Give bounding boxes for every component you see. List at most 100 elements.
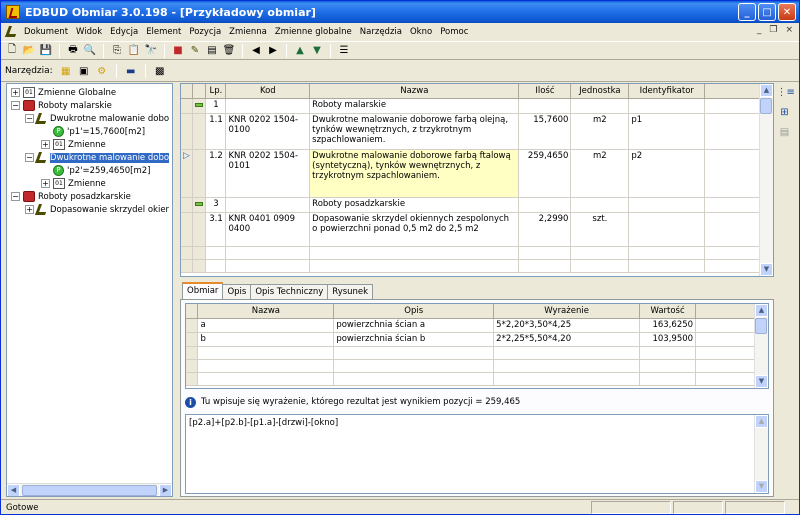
tree-panel[interactable]: + 01 Zmienne Globalne − Roboty malarskie… [6, 83, 173, 497]
tree-node-position-3-1[interactable]: + Dopasowanie skrzydel okier [25, 203, 169, 216]
tree-node-roboty-malarskie[interactable]: − Roboty malarskie [11, 99, 112, 112]
catalog-icon[interactable]: ▣ [77, 64, 91, 78]
col-header-ilosc[interactable]: Ilość [518, 84, 572, 99]
tree-node-position-1-1[interactable]: − Dwukrotne malowanie dobo [25, 112, 169, 125]
database-icon[interactable]: ▦ [59, 64, 73, 78]
col-header-nazwa[interactable]: Nazwa [309, 84, 520, 99]
table-row[interactable]: 3 Roboty posadzkarskie [181, 197, 761, 213]
col-header-var-opis[interactable]: Opis [333, 304, 495, 319]
col-header-jednostka[interactable]: Jednostka [570, 84, 630, 99]
col-header-var-wyrazenie[interactable]: Wyrażenie [493, 304, 641, 319]
col-header-identyfikator[interactable]: Identyfikator [628, 84, 706, 99]
tab-rysunek[interactable]: Rysunek [327, 284, 374, 299]
prev-arrow-icon[interactable]: ◀ [249, 44, 263, 58]
menu-zmienna[interactable]: Zmienna [225, 27, 271, 37]
tree-node-position-1-2[interactable]: − Dwukrotne malowanie dobo [25, 151, 170, 164]
expand-icon[interactable]: + [11, 88, 20, 97]
add-position-icon[interactable]: ✎ [188, 44, 202, 58]
expand-icon[interactable]: + [41, 179, 50, 188]
grid-view-icon[interactable]: ⊞ [777, 107, 793, 121]
tab-obmiar[interactable]: Obmiar [182, 282, 224, 299]
print-icon[interactable]: 🖶 [66, 44, 80, 58]
table-row[interactable]: a powierzchnia ścian a 5*2,20*3,50*4,25 … [186, 318, 756, 333]
tree-node-result-p2[interactable]: P 'p2'=259,4650[m2] [53, 164, 150, 177]
scroll-up-button[interactable]: ▲ [755, 415, 768, 428]
scroll-down-button[interactable]: ▼ [755, 375, 768, 388]
document-menu-icon[interactable] [4, 26, 20, 37]
menu-pozycja[interactable]: Pozycja [185, 27, 225, 37]
col-header-lp[interactable]: Lp. [205, 84, 227, 99]
scroll-thumb[interactable] [755, 318, 767, 334]
tree-node-variables-1[interactable]: + 01 Zmienne [41, 138, 106, 151]
tab-opis[interactable]: Opis [222, 284, 252, 299]
scroll-up-button[interactable]: ▲ [760, 84, 773, 97]
positions-vertical-scrollbar[interactable]: ▲ ▼ [759, 84, 773, 276]
expression-editor[interactable]: [p2.a]+[p2.b]-[p1.a]-[drzwi]-[okno] ▲ ▼ [185, 414, 769, 494]
menu-pomoc[interactable]: Pomoc [436, 27, 472, 37]
mdi-minimize-button[interactable]: _ [757, 25, 762, 35]
tree-horizontal-scrollbar[interactable]: ◀ ▶ [7, 483, 172, 496]
print-preview-icon[interactable]: 🔍 [83, 44, 97, 58]
table-row[interactable]: b powierzchnia ścian b 2*2,25*5,50*4,20 … [186, 332, 756, 347]
collapse-icon[interactable]: − [11, 101, 20, 110]
menu-zmienne-globalne[interactable]: Zmienne globalne [271, 27, 356, 37]
scroll-right-button[interactable]: ▶ [159, 483, 172, 496]
open-folder-icon[interactable]: 📂 [22, 44, 36, 58]
delete-icon[interactable]: 🗑 [222, 44, 236, 58]
collapse-icon[interactable]: − [25, 153, 34, 162]
table-row[interactable]: 3.1 KNR 0401 0909 0400 Dopasowanie skrzy… [181, 212, 761, 247]
copy-icon[interactable]: ⎘ [110, 44, 124, 58]
table-row[interactable]: 1 Roboty malarskie [181, 98, 761, 114]
tree-node-variables-2[interactable]: + 01 Zmienne [41, 177, 106, 190]
app-icon[interactable] [6, 5, 20, 19]
positions-grid[interactable]: Lp. Kod Nazwa Ilość Jednostka Identyfika… [180, 83, 774, 277]
scroll-thumb[interactable] [22, 484, 157, 496]
maximize-button[interactable]: □ [758, 3, 776, 21]
menu-okno[interactable]: Okno [406, 27, 436, 37]
minimize-button[interactable]: _ [738, 3, 756, 21]
menu-element[interactable]: Element [142, 27, 185, 37]
tools-gear-icon[interactable]: ⚙ [95, 64, 109, 78]
close-button[interactable]: ✕ [778, 3, 796, 21]
menu-widok[interactable]: Widok [72, 27, 106, 37]
add-element-icon[interactable]: ■ [171, 44, 185, 58]
expression-vertical-scrollbar[interactable]: ▲ ▼ [754, 415, 768, 493]
title-bar[interactable]: EDBUD Obmiar 3.0.198 - [Przykładowy obmi… [1, 1, 799, 23]
col-header-var-wartosc[interactable]: Wartość [639, 304, 697, 319]
scroll-down-button[interactable]: ▼ [755, 480, 768, 493]
col-header-var-nazwa[interactable]: Nazwa [197, 304, 335, 319]
add-variable-icon[interactable]: ▤ [205, 44, 219, 58]
scroll-up-button[interactable]: ▲ [755, 304, 768, 317]
tree-view-icon[interactable]: ⋮≡ [777, 87, 795, 101]
tree-node-result-p1[interactable]: P 'p1'=15,7600[m2] [53, 125, 145, 138]
scroll-down-button[interactable]: ▼ [760, 263, 773, 276]
tree-node-global-vars[interactable]: + 01 Zmienne Globalne [11, 86, 116, 99]
menu-dokument[interactable]: Dokument [20, 27, 72, 37]
expand-icon[interactable]: + [41, 140, 50, 149]
calculator-icon[interactable]: ▬ [124, 64, 138, 78]
expand-icon[interactable]: + [25, 205, 34, 214]
collapse-icon[interactable]: − [11, 192, 20, 201]
menu-edycja[interactable]: Edycja [106, 27, 142, 37]
tab-opis-techniczny[interactable]: Opis Techniczny [250, 284, 329, 299]
paste-icon[interactable]: 📋 [127, 44, 141, 58]
variables-grid[interactable]: Nazwa Opis Wyrażenie Wartość a powierzch… [185, 303, 769, 389]
move-down-icon[interactable]: ▼ [310, 44, 324, 58]
numbering-icon[interactable]: ☰ [337, 44, 351, 58]
scroll-left-button[interactable]: ◀ [7, 483, 20, 496]
move-up-icon[interactable]: ▲ [293, 44, 307, 58]
export-icon[interactable]: ▩ [153, 64, 167, 78]
collapse-icon[interactable]: − [25, 114, 34, 123]
new-document-icon[interactable]: 🗋 [5, 44, 19, 58]
mdi-close-button[interactable]: × [785, 25, 793, 35]
save-icon[interactable]: 💾 [39, 44, 53, 58]
table-row[interactable]: 1.1 KNR 0202 1504-0100 Dwukrotne malowan… [181, 113, 761, 150]
mdi-restore-button[interactable]: ❐ [769, 25, 777, 35]
next-arrow-icon[interactable]: ▶ [266, 44, 280, 58]
variables-vertical-scrollbar[interactable]: ▲ ▼ [754, 304, 768, 388]
tree-node-roboty-posadzkarskie[interactable]: − Roboty posadzkarskie [11, 190, 131, 203]
table-row-selected[interactable]: ▷ 1.2 KNR 0202 1504-0101 Dwukrotne malow… [181, 149, 761, 198]
find-icon[interactable]: 🔭 [144, 44, 158, 58]
col-header-kod[interactable]: Kod [225, 84, 311, 99]
menu-narzedzia[interactable]: Narzędzia [356, 27, 406, 37]
